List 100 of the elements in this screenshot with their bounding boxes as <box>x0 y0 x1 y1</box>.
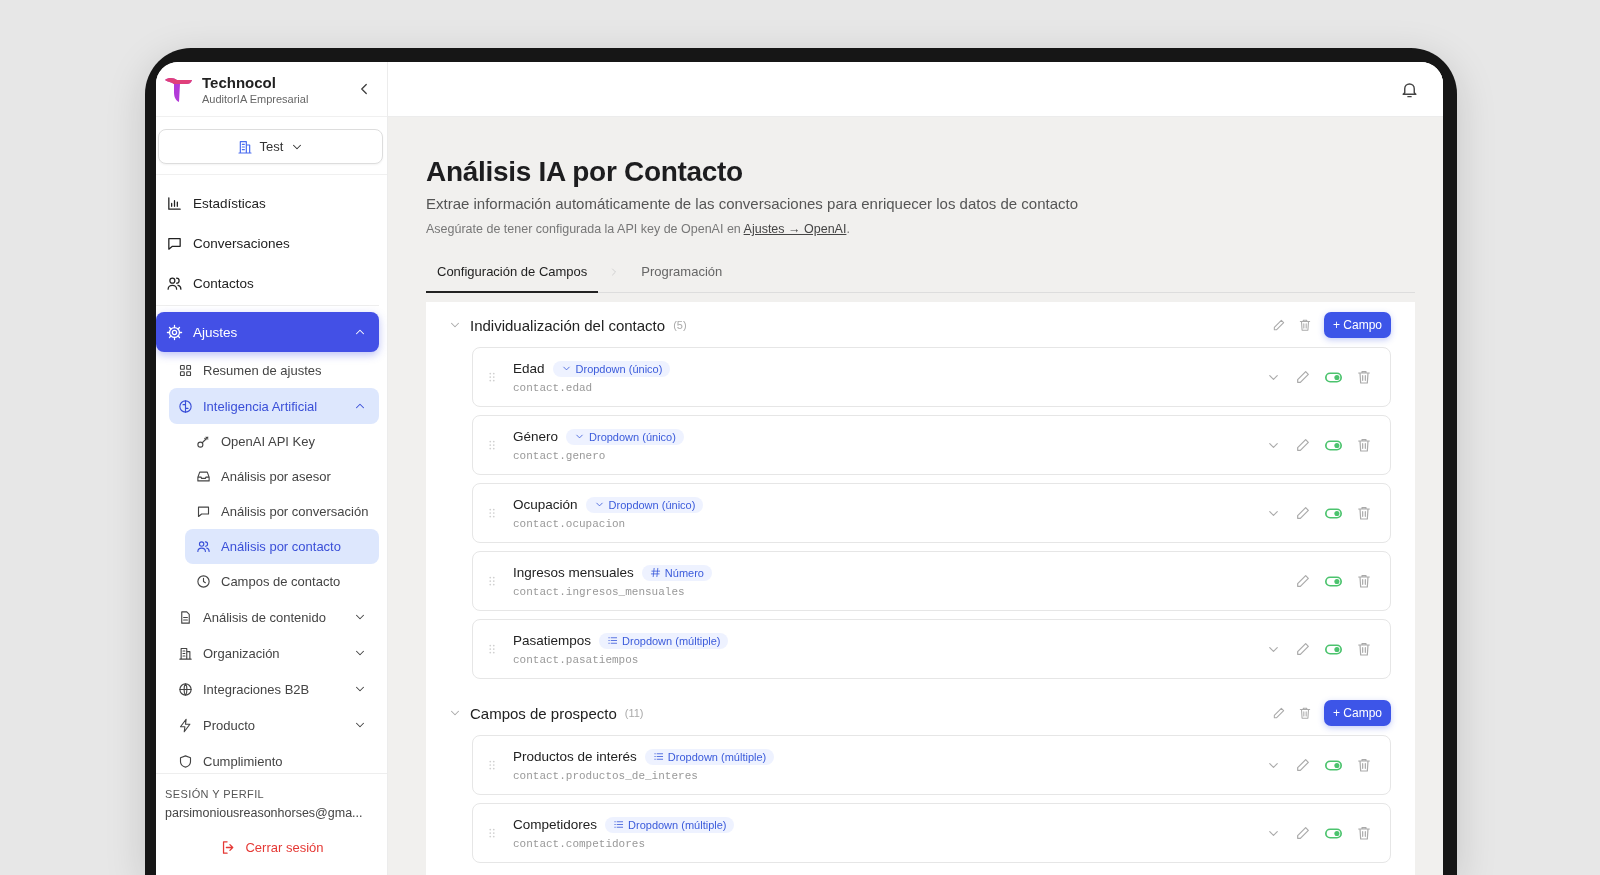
toggle-switch[interactable] <box>1325 439 1342 451</box>
field-type-badge: Dropdown (único) <box>552 360 671 377</box>
trash-icon <box>1356 757 1372 773</box>
field-key: contact.pasatiempos <box>513 653 729 666</box>
edit-button[interactable] <box>1295 757 1311 773</box>
hash-icon <box>649 567 661 578</box>
nav-item[interactable]: Estadísticas <box>156 183 379 223</box>
delete-button[interactable] <box>1356 825 1372 841</box>
edit-button[interactable] <box>1295 825 1311 841</box>
field-name: Ingresos mensuales <box>513 565 634 580</box>
delete-button[interactable] <box>1356 641 1372 657</box>
field-key: contact.ingresos_mensuales <box>513 585 712 598</box>
edit-button[interactable] <box>1271 706 1286 720</box>
nav-item[interactable]: Integraciones B2B <box>169 671 379 707</box>
toggle-switch[interactable] <box>1325 827 1342 839</box>
trash-icon <box>1356 437 1372 453</box>
pencil-icon <box>1295 757 1311 773</box>
field-count: (11) <box>624 707 644 719</box>
section-label: SESIÓN Y PERFIL <box>165 788 266 800</box>
toggle-switch[interactable] <box>1325 575 1342 587</box>
delete-button[interactable] <box>1356 437 1372 453</box>
field-count: (5) <box>673 319 687 331</box>
nav-item[interactable]: Conversaciones <box>156 223 379 263</box>
page-subtitle: Extrae información automáticamente de las conversaciones para enriquecer los datos de contacto <box>426 195 1080 213</box>
toggle-switch[interactable] <box>1325 507 1342 519</box>
nav-item[interactable]: Producto <box>169 707 379 743</box>
field-name: Género <box>513 429 559 444</box>
shield-icon <box>178 753 193 769</box>
section-title: Campos de prospecto <box>470 704 617 722</box>
key-icon <box>196 434 211 449</box>
field-key: contact.edad <box>513 381 671 394</box>
nav-item[interactable]: Contactos <box>156 263 379 303</box>
globe-icon <box>178 681 193 697</box>
delete-button[interactable] <box>1356 757 1372 773</box>
nav-item[interactable]: Organización <box>169 635 379 671</box>
document-icon <box>178 609 193 625</box>
trash-icon <box>1356 573 1372 589</box>
trash-icon <box>1297 706 1312 720</box>
field-key: contact.ocupacion <box>513 517 704 530</box>
edit-button[interactable] <box>1271 318 1286 332</box>
edit-button[interactable] <box>1295 505 1311 521</box>
chat-bubble-icon <box>196 504 211 519</box>
nav-item[interactable]: Resumen de ajustes <box>169 352 379 388</box>
list-icon <box>607 635 619 646</box>
delete-button[interactable] <box>1356 573 1372 589</box>
nav-item[interactable]: Campos de contacto <box>185 564 379 599</box>
delete-button[interactable] <box>1297 706 1312 720</box>
field-type-badge: Dropdown (múltiple) <box>644 748 775 765</box>
trash-icon <box>1297 318 1312 332</box>
settings-icon <box>166 323 183 341</box>
add-field-button[interactable]: + Campo <box>1323 700 1391 726</box>
nav-item[interactable]: Ajustes <box>156 312 379 352</box>
nav-item[interactable]: Cumplimiento <box>169 743 379 773</box>
api-key-note: Asegúrate de tener configurada la API key de OpenAI en Ajustes → OpenAI. <box>426 221 851 238</box>
pencil-icon <box>1295 505 1311 521</box>
tab[interactable]: Configuración de Campos <box>426 252 599 293</box>
nav-item[interactable]: Inteligencia Artificial <box>169 388 379 424</box>
grid-icon <box>178 362 193 378</box>
logout-button[interactable]: Cerrar sesión <box>214 838 330 857</box>
delete-button[interactable] <box>1297 318 1312 332</box>
bar-chart-icon <box>166 194 183 212</box>
field-type-badge: Dropdown (múltiple) <box>599 632 729 649</box>
nav-item[interactable]: Análisis por contacto <box>185 529 379 564</box>
edit-button[interactable] <box>1295 369 1311 385</box>
user-email: parsimoniousreasonhorses@gma... <box>165 806 364 820</box>
building-icon <box>178 645 193 661</box>
nav-item[interactable]: Análisis de contenido <box>169 599 379 635</box>
pencil-icon <box>1295 437 1311 453</box>
field-key: contact.genero <box>513 449 684 462</box>
field-name: Edad <box>513 361 545 376</box>
delete-button[interactable] <box>1356 505 1372 521</box>
field-key: contact.competidores <box>513 837 735 850</box>
edit-button[interactable] <box>1295 573 1311 589</box>
pencil-icon <box>1295 573 1311 589</box>
edit-button[interactable] <box>1295 437 1311 453</box>
pencil-icon <box>1295 641 1311 657</box>
pencil-icon <box>1271 706 1286 720</box>
field-name: Competidores <box>513 817 598 832</box>
nav-item[interactable]: Análisis por conversación <box>185 494 379 529</box>
field-name: Productos de interés <box>513 749 637 764</box>
brand-subtitle: AuditorIA Empresarial <box>202 92 309 105</box>
toggle-switch[interactable] <box>1325 643 1342 655</box>
edit-button[interactable] <box>1295 641 1311 657</box>
brand-name: Technocol <box>202 73 277 91</box>
pencil-icon <box>1295 369 1311 385</box>
field-type-badge: Número <box>641 564 712 581</box>
nav-item[interactable]: Análisis por asesor <box>185 459 379 494</box>
tab[interactable]: Programación <box>630 252 734 293</box>
delete-button[interactable] <box>1356 369 1372 385</box>
trash-icon <box>1356 825 1372 841</box>
field-type-badge: Dropdown (múltiple) <box>605 816 735 833</box>
field-name: Pasatiempos <box>513 633 592 648</box>
workspace-selector[interactable]: Test <box>158 129 383 164</box>
add-field-button[interactable]: + Campo <box>1323 312 1391 338</box>
field-key: contact.productos_de_interes <box>513 769 775 782</box>
field-type-badge: Dropdown (único) <box>566 428 684 445</box>
nav-item[interactable]: OpenAI API Key <box>185 424 379 459</box>
inbox-icon <box>196 469 211 484</box>
toggle-switch[interactable] <box>1325 371 1342 383</box>
toggle-switch[interactable] <box>1325 759 1342 771</box>
